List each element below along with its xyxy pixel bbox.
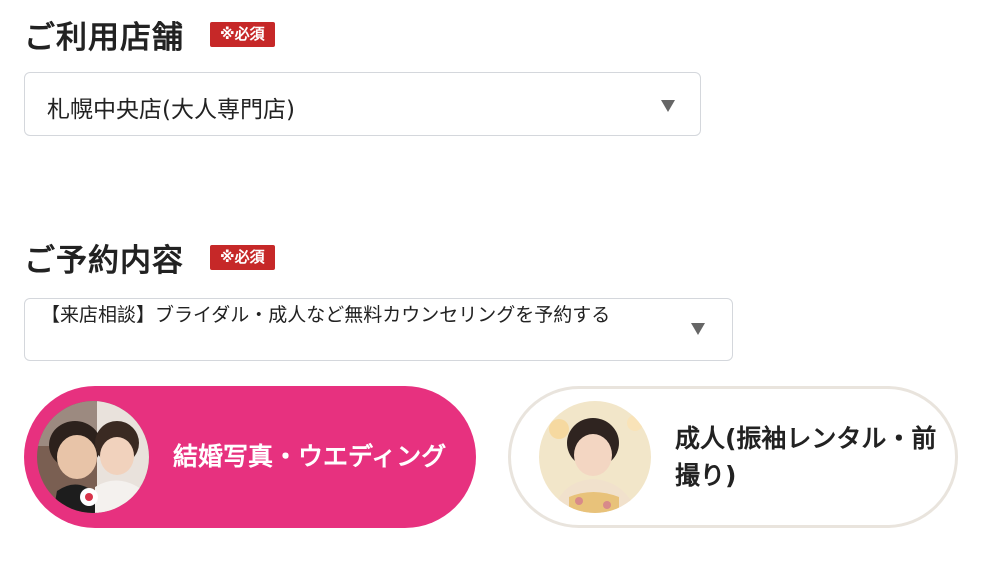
reservation-heading: ご予約内容 ※必須 <box>24 235 275 280</box>
wedding-category-button[interactable]: 結婚写真・ウエディング <box>24 386 476 528</box>
store-heading: ご利用店舗 ※必須 <box>24 12 275 57</box>
reservation-select-value: 【来店相談】ブライダル・成人など無料カウンセリングを予約する <box>41 304 611 326</box>
required-badge: ※必須 <box>210 22 275 47</box>
adult-ceremony-category-label: 成人(振袖レンタル・前撮り) <box>675 423 937 491</box>
store-select[interactable]: 札幌中央店(大人専門店) <box>24 72 701 136</box>
wedding-category-label: 結婚写真・ウエディング <box>173 442 447 472</box>
caret-down-icon <box>691 323 705 335</box>
required-badge: ※必須 <box>210 245 275 270</box>
adult-ceremony-category-button[interactable]: 成人(振袖レンタル・前撮り) <box>508 386 958 528</box>
store-select-value: 札幌中央店(大人専門店) <box>47 97 295 123</box>
caret-down-icon <box>661 100 675 112</box>
store-section-title: ご利用店舗 <box>24 20 184 56</box>
reservation-section-title: ご予約内容 <box>24 243 184 279</box>
furisode-portrait-photo <box>539 401 651 513</box>
reservation-form: ご利用店舗 ※必須 札幌中央店(大人専門店) ご予約内容 ※必須 【来店相談】ブ… <box>0 0 1000 580</box>
wedding-couple-photo <box>37 401 149 513</box>
reservation-select[interactable]: 【来店相談】ブライダル・成人など無料カウンセリングを予約する <box>24 298 733 361</box>
